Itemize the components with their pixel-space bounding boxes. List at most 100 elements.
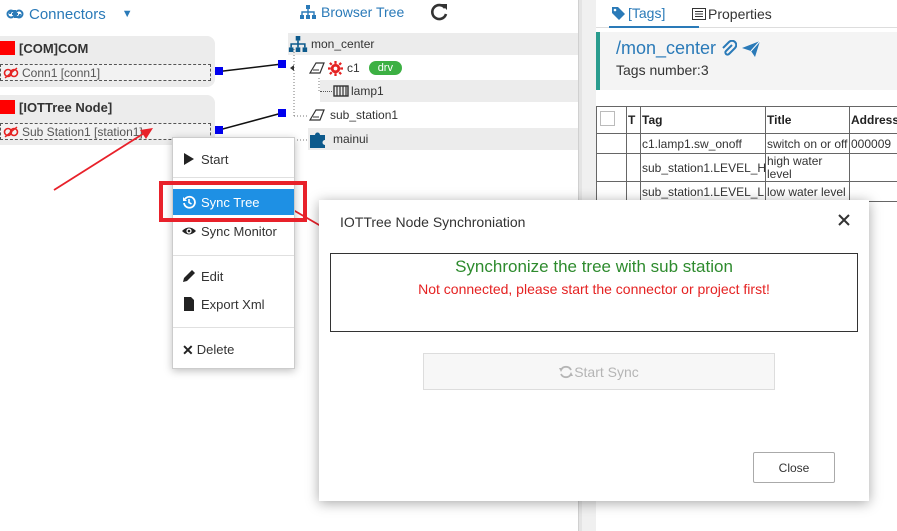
menu-item-label: Edit <box>201 268 224 284</box>
tree-node-label: lamp1 <box>351 84 384 98</box>
dialog-message-box: Synchronize the tree with sub station No… <box>330 253 858 332</box>
tab-properties[interactable]: Properties <box>692 0 772 28</box>
gear-icon <box>328 60 343 76</box>
context-menu: Start Sync Tree Sync Monitor Edit Export… <box>172 137 295 369</box>
highlight-annotation-box <box>159 181 307 222</box>
title-cell: switch on or off <box>765 133 850 154</box>
title-cell: low water level <box>765 181 850 202</box>
menu-item-label: Start <box>201 151 229 167</box>
tags-table: T Tag Title Address c1.lamp1.sw_onoff sw… <box>596 106 897 202</box>
play-icon <box>184 153 194 165</box>
column-header-address[interactable]: Address <box>849 106 897 134</box>
table-row[interactable]: c1.lamp1.sw_onoff switch on or off 00000… <box>596 133 897 154</box>
table-row[interactable]: sub_station1.LEVEL_L low water level <box>596 181 897 202</box>
select-all-checkbox[interactable] <box>596 106 627 134</box>
send-icon[interactable] <box>741 40 761 58</box>
connector-group-name: [COM]COM <box>19 40 89 56</box>
connector-group-name: [IOTTree Node] <box>19 99 113 115</box>
tree-node-sub-station1[interactable]: sub_station1 <box>308 104 578 126</box>
table-header-row: T Tag Title Address <box>596 106 897 134</box>
close-button[interactable]: Close <box>753 452 835 483</box>
menu-item-edit[interactable]: Edit <box>173 263 294 289</box>
node-path: /mon_center <box>616 38 717 58</box>
tab-tags[interactable]: [Tags] <box>609 0 699 28</box>
driver-badge: drv <box>368 61 402 75</box>
tree-node-label: c1 <box>347 61 360 75</box>
eye-icon <box>182 227 196 235</box>
row-checkbox-cell[interactable] <box>596 181 627 202</box>
caret-down-icon[interactable]: ▼ <box>122 8 133 20</box>
tree-node-label: mainui <box>333 132 369 146</box>
type-cell <box>626 181 641 202</box>
device-icon <box>308 62 325 74</box>
type-cell <box>626 133 641 154</box>
refresh-icon <box>559 365 574 378</box>
connection-label: Sub Station1 [station1] <box>22 124 143 139</box>
column-header-title[interactable]: Title <box>765 106 850 134</box>
menu-item-delete[interactable]: ✕ Delete <box>173 336 294 362</box>
start-sync-button[interactable]: Start Sync <box>423 353 775 390</box>
menu-separator <box>173 327 294 328</box>
status-square <box>0 41 15 55</box>
address-cell: 000009 <box>849 133 897 154</box>
connection-row-conn1[interactable]: Conn1 [conn1] <box>0 64 211 81</box>
menu-item-label: Sync Monitor <box>201 223 277 239</box>
sync-dialog: IOTTree Node Synchroniation Synchronize … <box>319 200 869 501</box>
node-header: /mon_center Tags number:3 <box>596 32 897 90</box>
address-cell <box>849 181 897 202</box>
puzzle-icon <box>310 132 325 148</box>
connector-group-title: [COM]COM <box>0 36 215 60</box>
title-cell: high water level <box>765 153 850 182</box>
dialog-heading: Synchronize the tree with sub station <box>455 257 733 276</box>
tree-node-root[interactable]: mon_center <box>288 33 578 55</box>
tree-connector-line <box>320 90 332 92</box>
sitemap-icon <box>300 5 316 19</box>
dialog-title: IOTTree Node Synchroniation <box>340 214 526 230</box>
tree-node-label: sub_station1 <box>330 108 399 122</box>
tag-cell: sub_station1.LEVEL_H <box>640 153 766 182</box>
connectors-header[interactable]: Connectors ▼ <box>0 0 215 28</box>
tree-node-mainui[interactable]: mainui <box>308 128 578 150</box>
row-checkbox-cell[interactable] <box>596 153 627 182</box>
tags-count: Tags number:3 <box>616 62 709 78</box>
sitemap-icon <box>288 36 308 52</box>
close-icon[interactable] <box>836 212 852 228</box>
connector-group-title: [IOTTree Node] <box>0 95 215 119</box>
tag-icon <box>612 7 625 20</box>
pencil-icon <box>183 270 195 282</box>
paperclip-icon[interactable] <box>721 39 738 58</box>
node-path-title: /mon_center <box>616 38 761 59</box>
table-row[interactable]: sub_station1.LEVEL_H high water level <box>596 153 897 182</box>
type-cell <box>626 153 641 182</box>
tab-label: Properties <box>708 6 772 22</box>
row-checkbox-cell[interactable] <box>596 133 627 154</box>
broken-link-icon <box>3 125 19 138</box>
menu-item-start[interactable]: Start <box>173 146 294 172</box>
tree-node-lamp1[interactable]: lamp1 <box>320 80 578 102</box>
list-icon <box>692 8 706 20</box>
device-icon <box>308 109 325 121</box>
menu-item-label: Delete <box>196 341 235 357</box>
menu-separator <box>173 255 294 256</box>
refresh-icon[interactable] <box>428 1 450 23</box>
connectors-title: Connectors <box>29 5 106 23</box>
close-button-label: Close <box>778 460 810 475</box>
status-square <box>0 100 15 114</box>
file-icon <box>184 297 194 311</box>
menu-item-label: Export Xml <box>201 296 265 312</box>
tree-node-c1[interactable]: c1 drv <box>308 57 578 79</box>
lamp-icon <box>333 85 349 97</box>
address-cell <box>849 153 897 182</box>
column-header-type[interactable]: T <box>626 106 641 134</box>
menu-item-export-xml[interactable]: Export Xml <box>173 291 294 317</box>
times-icon: ✕ <box>182 342 194 358</box>
tree-node-label: mon_center <box>311 37 375 51</box>
tab-label: [Tags] <box>628 5 666 21</box>
browser-tree-title: Browser Tree <box>321 4 405 20</box>
connection-label: Conn1 [conn1] <box>22 65 101 80</box>
link-icon <box>6 9 24 19</box>
connector-group-com: [COM]COM Conn1 [conn1] <box>0 36 215 87</box>
column-header-tag[interactable]: Tag <box>640 106 766 134</box>
right-panel-tabs: [Tags] Properties <box>596 0 897 28</box>
broken-link-icon <box>3 66 19 79</box>
